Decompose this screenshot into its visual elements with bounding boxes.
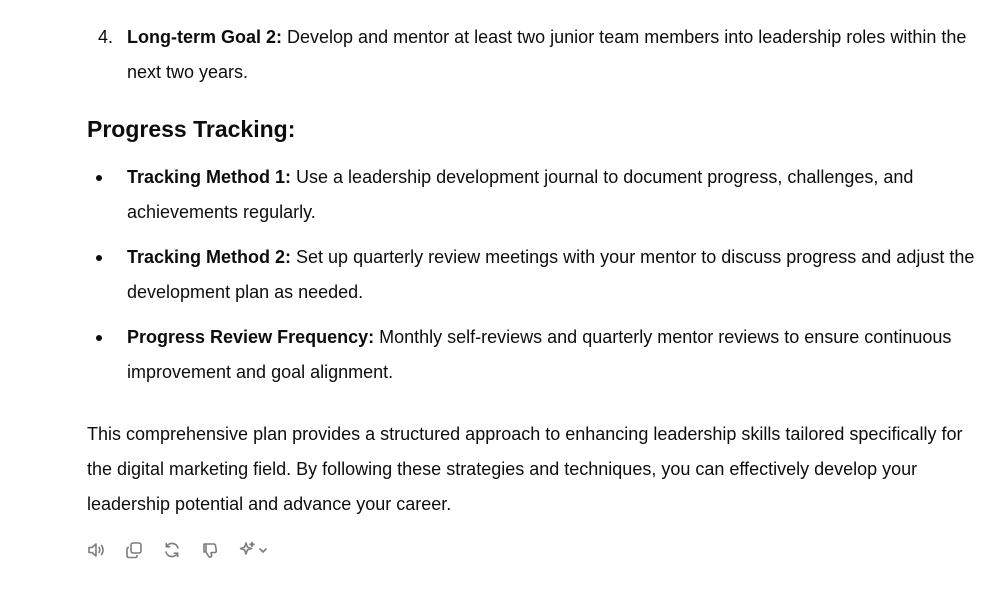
thumbs-down-icon [203,543,218,558]
list-item-label: Progress Review Frequency: [127,327,375,347]
regenerate-button[interactable] [160,538,184,562]
thumbs-down-button[interactable] [198,538,222,562]
list-item-text: Long-term Goal 2: Develop and mentor at … [127,20,987,90]
switch-model-button[interactable] [236,538,272,562]
sparkle-model-icon [239,541,267,555]
speaker-icon [88,543,104,557]
list-number: 4. [98,27,114,47]
message-action-bar [84,538,272,562]
list-item: Progress Review Frequency: Monthly self-… [90,320,980,390]
list-item: Tracking Method 1: Use a leadership deve… [90,160,980,230]
bullet-dot [96,335,102,341]
tracking-list: Tracking Method 1: Use a leadership deve… [90,160,980,400]
regenerate-icon [165,542,179,558]
closing-paragraph: This comprehensive plan provides a struc… [87,424,963,514]
list-item-label: Tracking Method 1: [127,167,292,187]
bullet-dot [96,175,102,181]
section-heading: Progress Tracking: [87,116,296,142]
bullet-dot [96,255,102,261]
copy-button[interactable] [122,538,146,562]
read-aloud-button[interactable] [84,538,108,562]
list-item: Tracking Method 2: Set up quarterly revi… [90,240,980,310]
list-item-label: Long-term Goal 2: [127,27,283,47]
copy-icon [126,542,142,559]
list-item-label: Tracking Method 2: [127,247,292,267]
